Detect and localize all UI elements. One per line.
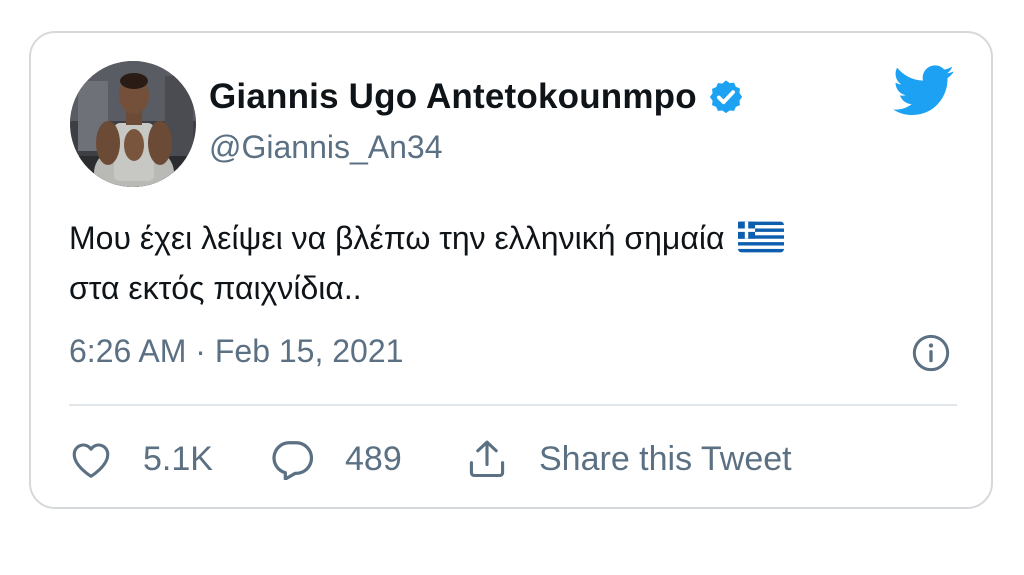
twitter-bird-icon[interactable]	[893, 65, 955, 117]
tweet-timestamp[interactable]: 6:26 AM · Feb 15, 2021	[69, 333, 403, 370]
display-name[interactable]: Giannis Ugo Antetokounmpo	[209, 77, 697, 117]
tweet-text-line-2: στα εκτός παιχνίδια..	[69, 270, 362, 306]
author-name-row[interactable]: Giannis Ugo Antetokounmpo	[209, 77, 745, 117]
tweet-text-line-1: Μου έχει λείψει να βλέπω την ελληνική ση…	[69, 213, 969, 263]
share-button[interactable]: Share this Tweet	[465, 437, 792, 481]
avatar[interactable]	[70, 61, 196, 187]
verified-badge-icon	[709, 80, 742, 114]
info-icon[interactable]	[911, 333, 951, 373]
reply-bubble-icon	[272, 441, 314, 480]
like-count: 5.1K	[143, 439, 213, 478]
divider	[69, 404, 957, 406]
tweet-text: Μου έχει λείψει να βλέπω την ελληνική ση…	[69, 213, 969, 313]
avatar-photo	[70, 61, 196, 187]
heart-icon	[72, 443, 110, 478]
like-button[interactable]: 5.1K	[69, 439, 269, 479]
reply-button[interactable]: 489	[269, 438, 465, 480]
share-label: Share this Tweet	[539, 439, 792, 478]
share-icon	[469, 440, 505, 478]
user-handle[interactable]: @Giannis_An34	[209, 129, 443, 166]
tweet-card: Giannis Ugo Antetokounmpo @Giannis_An34 …	[29, 31, 993, 509]
tweet-text-line-1-content: Μου έχει λείψει να βλέπω την ελληνική ση…	[69, 220, 725, 256]
greece-flag-emoji	[738, 221, 785, 253]
reply-count: 489	[345, 439, 402, 478]
tweet-actions: 5.1K 489 Share this Tweet	[69, 433, 792, 485]
